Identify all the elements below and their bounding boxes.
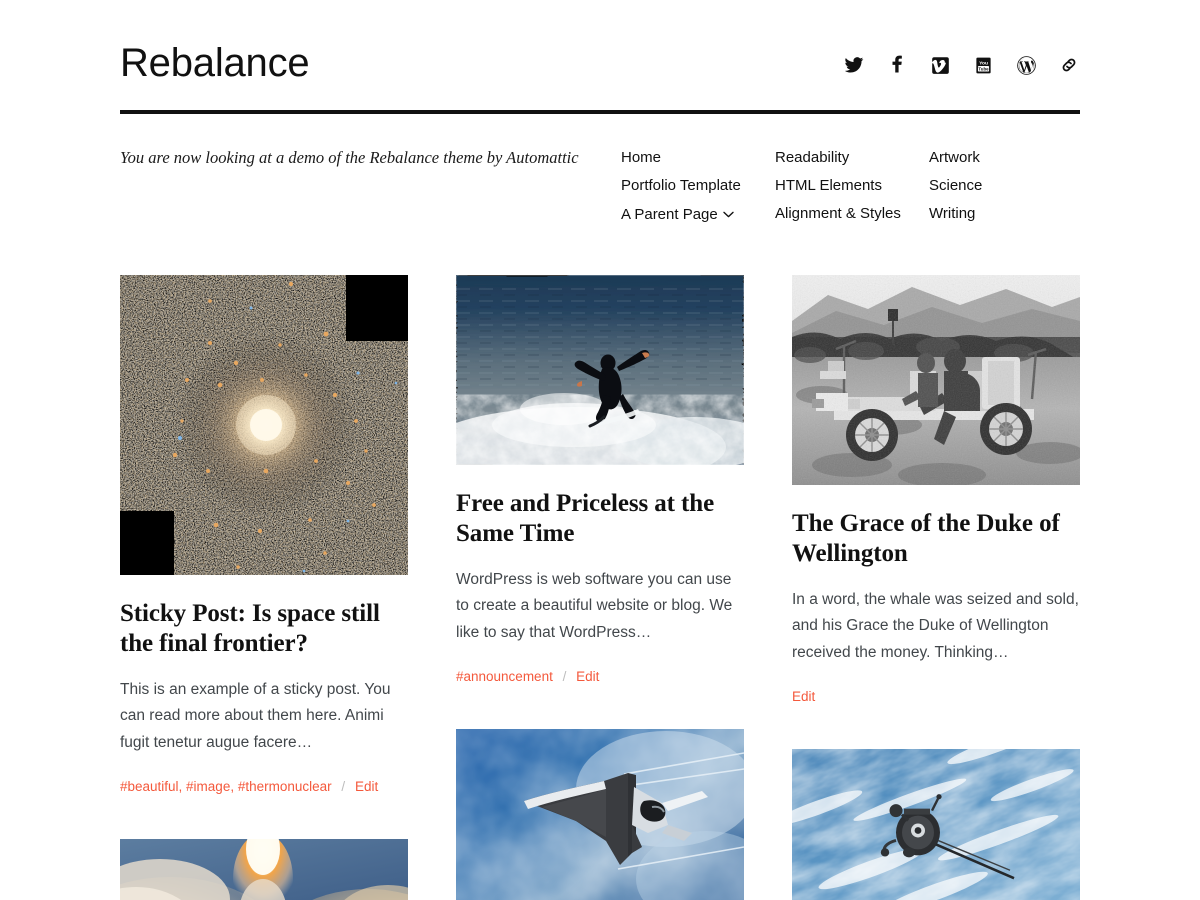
post-tags[interactable]: #beautiful, #image, #thermonuclear <box>120 779 332 794</box>
post-tags[interactable]: #announcement <box>456 669 553 684</box>
post-meta: #announcement / Edit <box>456 668 744 687</box>
site-header: Rebalance You Tube <box>120 0 1080 84</box>
globular-star-cluster-thumbnail <box>120 275 408 575</box>
svg-text:Tube: Tube <box>978 66 989 71</box>
meta-separator: / <box>562 669 567 685</box>
post-card-sticky-post: Sticky Post: Is space still the final fr… <box>120 275 408 797</box>
social-link-twitter[interactable] <box>843 54 865 76</box>
post-thumbnail-link[interactable] <box>456 729 744 900</box>
sub-header: You are now looking at a demo of the Reb… <box>120 114 1080 229</box>
surfer-wave-thumbnail <box>456 275 744 465</box>
post-thumbnail-link[interactable] <box>792 749 1080 900</box>
nav-column-1: Home Portfolio Template A Parent Page <box>621 144 775 229</box>
site-tagline: You are now looking at a demo of the Reb… <box>120 148 579 167</box>
nav-item-html-elements[interactable]: HTML Elements <box>775 172 929 200</box>
post-card-free-and-priceless: Free and Priceless at the Same Time Word… <box>456 275 744 687</box>
rocket-launch-thumbnail <box>120 839 408 900</box>
spacecraft-earth-thumbnail <box>792 749 1080 900</box>
post-meta: #beautiful, #image, #thermonuclear / Edi… <box>120 778 408 797</box>
nav-column-3: Artwork Science Writing <box>929 144 982 229</box>
nav-item-label: Home <box>621 149 662 166</box>
post-thumbnail-link[interactable] <box>456 275 744 465</box>
nav-item-label: Artwork <box>929 149 980 166</box>
meta-separator: / <box>341 779 346 795</box>
nav-item-label: Readability <box>775 149 850 166</box>
post-title[interactable]: Free and Priceless at the Same Time <box>456 489 744 550</box>
social-link-youtube[interactable]: You Tube <box>972 54 994 76</box>
nav-item-readability[interactable]: Readability <box>775 144 929 172</box>
twitter-icon <box>844 55 864 75</box>
post-thumbnail-link[interactable] <box>792 275 1080 485</box>
post-grid: Sticky Post: Is space still the final fr… <box>120 229 1080 900</box>
content-wrapper: Rebalance You Tube You are now looking a… <box>120 0 1080 900</box>
nav-item-label: Alignment & Styles <box>775 205 901 222</box>
post-card-rocket-launch <box>120 839 408 900</box>
chevron-down-icon[interactable] <box>723 200 734 228</box>
post-title[interactable]: The Grace of the Duke of Wellington <box>792 509 1080 570</box>
youtube-icon: You Tube <box>974 56 993 75</box>
post-card-space-shuttle <box>456 729 744 900</box>
social-link-facebook[interactable] <box>886 54 908 76</box>
post-card-spacecraft-earth <box>792 749 1080 900</box>
nav-item-science[interactable]: Science <box>929 172 982 200</box>
nav-item-label: Portfolio Template <box>621 177 741 194</box>
social-link-wordpress[interactable] <box>1015 54 1037 76</box>
link-icon <box>1059 55 1079 75</box>
post-thumbnail-link[interactable] <box>120 275 408 575</box>
post-column-2: Free and Priceless at the Same Time Word… <box>456 275 744 900</box>
social-link-link[interactable] <box>1058 54 1080 76</box>
nav-item-label: Science <box>929 177 983 194</box>
space-shuttle-thumbnail <box>456 729 744 900</box>
nav-item-home[interactable]: Home <box>621 144 775 172</box>
nav-item-label: HTML Elements <box>775 177 882 194</box>
lunar-rover-thumbnail <box>792 275 1080 485</box>
post-column-3: The Grace of the Duke of Wellington In a… <box>792 275 1080 900</box>
edit-link[interactable]: Edit <box>792 689 815 704</box>
primary-navigation: Home Portfolio Template A Parent Page Re… <box>600 144 1080 229</box>
post-card-duke-of-wellington: The Grace of the Duke of Wellington In a… <box>792 275 1080 707</box>
edit-link[interactable]: Edit <box>576 669 599 684</box>
post-excerpt: This is an example of a sticky post. You… <box>120 680 391 751</box>
nav-item-label: Writing <box>929 205 976 222</box>
wordpress-icon <box>1016 55 1037 76</box>
post-title[interactable]: Sticky Post: Is space still the final fr… <box>120 599 408 660</box>
post-thumbnail-link[interactable] <box>120 839 408 900</box>
page-root: Rebalance You Tube You are now looking a… <box>0 0 1200 900</box>
nav-item-artwork[interactable]: Artwork <box>929 144 982 172</box>
post-excerpt: WordPress is web software you can use to… <box>456 570 733 641</box>
nav-column-2: Readability HTML Elements Alignment & St… <box>775 144 929 229</box>
social-link-vimeo[interactable] <box>929 54 951 76</box>
svg-text:You: You <box>979 60 988 66</box>
nav-item-alignment-styles[interactable]: Alignment & Styles <box>775 200 929 228</box>
post-column-1: Sticky Post: Is space still the final fr… <box>120 275 408 900</box>
nav-item-label: A Parent Page <box>621 206 718 223</box>
nav-item-writing[interactable]: Writing <box>929 200 982 228</box>
social-links: You Tube <box>843 42 1080 76</box>
post-meta: Edit <box>792 688 1080 707</box>
post-excerpt: In a word, the whale was seized and sold… <box>792 590 1079 661</box>
vimeo-icon <box>930 56 950 75</box>
nav-item-portfolio-template[interactable]: Portfolio Template <box>621 172 775 200</box>
facebook-icon <box>887 55 907 75</box>
nav-item-a-parent-page[interactable]: A Parent Page <box>621 200 775 229</box>
site-title[interactable]: Rebalance <box>120 42 310 84</box>
edit-link[interactable]: Edit <box>355 779 378 794</box>
